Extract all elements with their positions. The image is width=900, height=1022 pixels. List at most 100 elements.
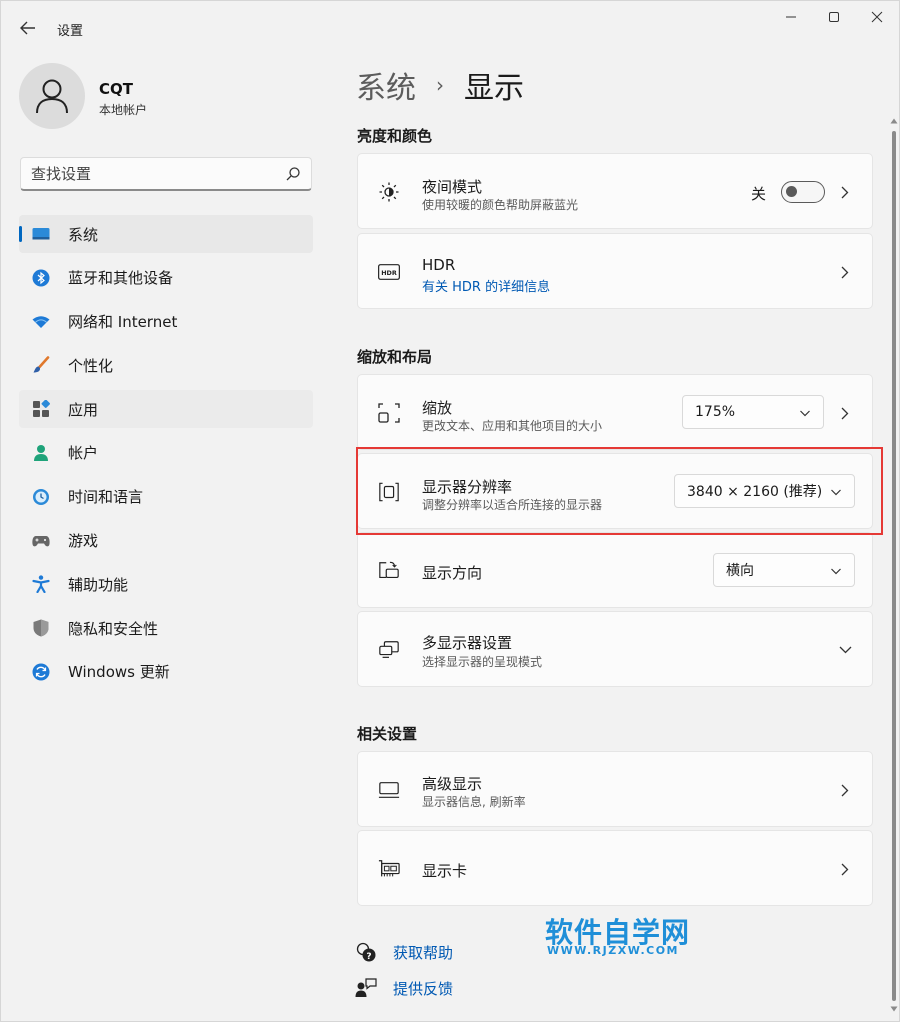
feedback-label: 提供反馈 bbox=[393, 979, 454, 998]
sidebar-item-accounts[interactable]: 帐户 bbox=[19, 434, 313, 472]
clock-globe-icon bbox=[32, 488, 50, 506]
breadcrumb: 系统 › 显示 bbox=[356, 63, 524, 107]
sidebar-item-time-language[interactable]: 时间和语言 bbox=[19, 478, 313, 516]
accessibility-icon bbox=[32, 575, 50, 594]
close-icon bbox=[871, 11, 883, 23]
advanced-display-card[interactable]: 高级显示 显示器信息, 刷新率 bbox=[357, 751, 873, 827]
graphics-card-icon bbox=[378, 858, 400, 880]
arrow-left-icon bbox=[20, 21, 35, 35]
user-profile[interactable]: CQT 本地帐户 bbox=[19, 63, 319, 129]
search-box bbox=[20, 157, 312, 191]
gamepad-icon bbox=[32, 532, 50, 550]
night-light-toggle[interactable] bbox=[781, 181, 825, 203]
card-title: 缩放 bbox=[422, 399, 453, 417]
title-bar: 设置 bbox=[1, 1, 900, 49]
sidebar-item-privacy[interactable]: 隐私和安全性 bbox=[19, 609, 313, 647]
night-light-card[interactable]: 夜间模式 使用较暖的颜色帮助屏蔽蓝光 关 bbox=[357, 153, 873, 229]
sidebar-item-label: 时间和语言 bbox=[68, 488, 144, 507]
dropdown-value: 175% bbox=[695, 404, 736, 420]
orientation-icon bbox=[378, 560, 400, 582]
multi-display-card[interactable]: 多显示器设置 选择显示器的呈现模式 bbox=[357, 611, 873, 687]
orientation-dropdown[interactable]: 横向 bbox=[713, 553, 855, 587]
brightness-icon bbox=[378, 181, 400, 203]
minimize-button[interactable] bbox=[773, 7, 809, 27]
scale-icon bbox=[378, 402, 400, 424]
chevron-right-icon[interactable] bbox=[838, 406, 852, 420]
sidebar-item-apps[interactable]: 应用 bbox=[19, 390, 313, 429]
vertical-scrollbar[interactable] bbox=[892, 131, 896, 1001]
close-button[interactable] bbox=[859, 7, 895, 27]
sidebar-item-label: 个性化 bbox=[68, 356, 114, 375]
card-subtitle: 选择显示器的呈现模式 bbox=[422, 655, 543, 669]
bluetooth-icon bbox=[32, 269, 50, 287]
active-indicator bbox=[19, 226, 22, 242]
scroll-up-arrow-icon[interactable] bbox=[890, 117, 898, 125]
maximize-button[interactable] bbox=[816, 7, 852, 27]
orientation-card: 显示方向 横向 bbox=[357, 532, 873, 608]
graphics-card[interactable]: 显示卡 bbox=[357, 830, 873, 906]
chevron-right-icon[interactable] bbox=[838, 265, 852, 279]
scale-card[interactable]: 缩放 更改文本、应用和其他项目的大小 175% bbox=[357, 374, 873, 450]
sidebar-nav: 系统 蓝牙和其他设备 网络和 Internet 个性化 应用 帐户 时间和语言 bbox=[19, 215, 313, 697]
hdr-details-link[interactable]: 有关 HDR 的详细信息 bbox=[422, 276, 550, 295]
minimize-icon bbox=[786, 16, 796, 18]
help-chat-icon: ? bbox=[355, 941, 377, 963]
sidebar-item-label: 辅助功能 bbox=[68, 575, 129, 594]
feedback-icon bbox=[355, 977, 377, 999]
card-title: 显示卡 bbox=[422, 862, 468, 880]
sidebar-item-label: 应用 bbox=[68, 400, 99, 419]
account-icon bbox=[32, 444, 50, 462]
sidebar-item-accessibility[interactable]: 辅助功能 bbox=[19, 565, 313, 603]
multi-display-icon bbox=[378, 639, 400, 661]
hdr-card[interactable]: HDR HDR 有关 HDR 的详细信息 bbox=[357, 233, 873, 309]
chevron-down-icon bbox=[831, 568, 841, 575]
sidebar-item-label: 帐户 bbox=[68, 444, 99, 463]
search-icon[interactable] bbox=[285, 166, 301, 182]
system-icon bbox=[32, 225, 50, 243]
search-input[interactable] bbox=[31, 164, 271, 184]
sidebar-item-system[interactable]: 系统 bbox=[19, 215, 313, 253]
sidebar-item-gaming[interactable]: 游戏 bbox=[19, 522, 313, 560]
sidebar-item-label: 系统 bbox=[68, 225, 99, 244]
feedback-link[interactable]: 提供反馈 bbox=[355, 975, 453, 1001]
svg-text:HDR: HDR bbox=[381, 269, 397, 277]
monitor-icon bbox=[378, 779, 400, 801]
svg-text:?: ? bbox=[366, 952, 371, 962]
card-subtitle: 使用较暖的颜色帮助屏蔽蓝光 bbox=[422, 198, 579, 212]
app-title: 设置 bbox=[57, 24, 84, 39]
section-title-scale-layout: 缩放和布局 bbox=[357, 348, 433, 366]
user-avatar-icon bbox=[36, 79, 68, 114]
maximize-icon bbox=[829, 12, 839, 22]
card-title: HDR bbox=[422, 256, 456, 274]
sidebar-item-label: 隐私和安全性 bbox=[68, 619, 159, 638]
wifi-icon bbox=[32, 313, 50, 331]
scale-dropdown[interactable]: 175% bbox=[682, 395, 824, 429]
sidebar-item-label: 游戏 bbox=[68, 532, 99, 551]
chevron-down-icon[interactable] bbox=[838, 643, 852, 657]
avatar bbox=[19, 63, 85, 129]
update-icon bbox=[32, 663, 50, 681]
get-help-link[interactable]: ? 获取帮助 bbox=[355, 939, 453, 965]
sidebar-item-label: Windows 更新 bbox=[68, 663, 170, 682]
back-button[interactable] bbox=[15, 15, 41, 41]
chevron-right-icon[interactable] bbox=[838, 862, 852, 876]
sidebar-item-label: 蓝牙和其他设备 bbox=[68, 269, 174, 288]
toggle-state-label: 关 bbox=[751, 185, 767, 203]
breadcrumb-parent[interactable]: 系统 bbox=[356, 63, 416, 107]
section-title-brightness: 亮度和颜色 bbox=[357, 127, 433, 145]
profile-name: CQT bbox=[99, 80, 133, 98]
sidebar-item-bluetooth[interactable]: 蓝牙和其他设备 bbox=[19, 259, 313, 297]
dropdown-value: 横向 bbox=[726, 563, 754, 579]
chevron-right-icon[interactable] bbox=[838, 185, 852, 199]
card-title: 显示方向 bbox=[422, 564, 483, 582]
watermark-url: WWW.RJZXW.COM bbox=[547, 944, 679, 957]
sidebar-item-network[interactable]: 网络和 Internet bbox=[19, 303, 313, 341]
chevron-right-icon[interactable] bbox=[838, 783, 852, 797]
sidebar-item-windows-update[interactable]: Windows 更新 bbox=[19, 653, 313, 691]
scroll-down-arrow-icon[interactable] bbox=[890, 1005, 898, 1013]
shield-icon bbox=[32, 619, 50, 637]
sidebar-item-personalization[interactable]: 个性化 bbox=[19, 346, 313, 384]
page-title: 显示 bbox=[464, 71, 524, 106]
highlight-box bbox=[356, 447, 883, 535]
brush-icon bbox=[32, 356, 50, 374]
